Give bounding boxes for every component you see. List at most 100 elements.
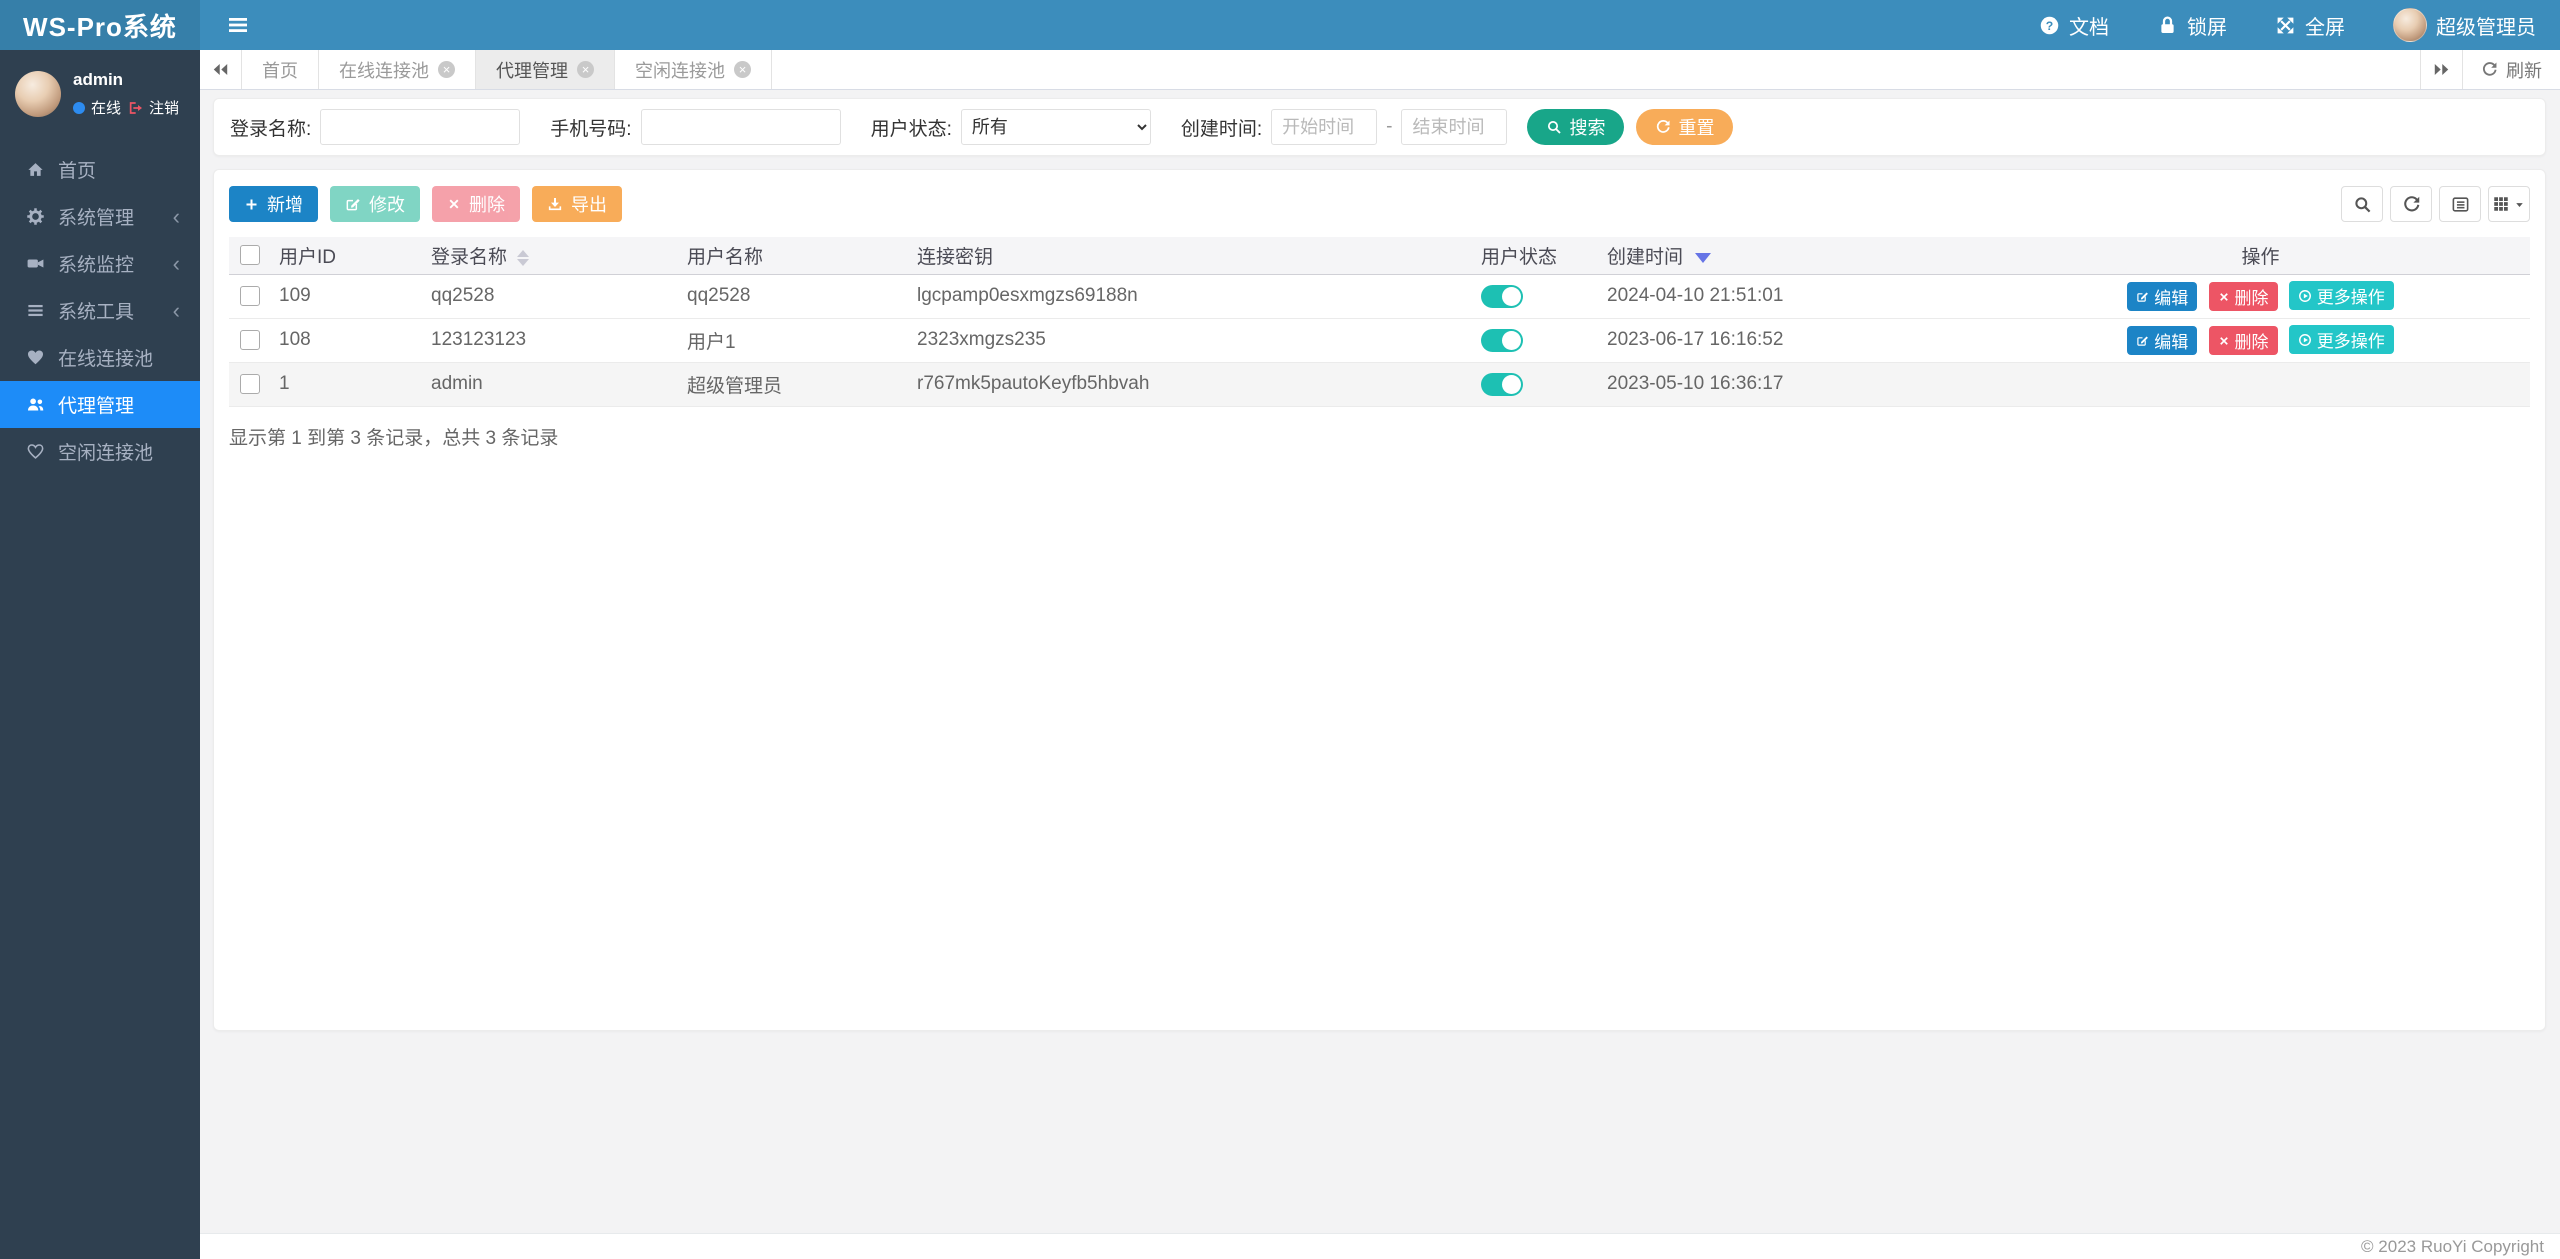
sidebar-username: admin [73,70,124,89]
refresh-table-button[interactable] [2390,186,2432,222]
app-logo[interactable]: WS-Pro系统 [0,0,200,50]
add-button[interactable]: 新增 [229,186,318,222]
heart-outline-icon [26,442,58,461]
cell-created-time: 2024-04-10 21:51:01 [1599,274,1991,319]
sidebar-item-label: 系统监控 [58,255,135,276]
list-icon [26,301,58,320]
double-left-icon [211,60,230,79]
column-header-created-time[interactable]: 创建时间 [1599,237,1991,275]
row-edit-button[interactable]: 编辑 [2127,325,2198,355]
navbar: 文档 锁屏 全屏 超级管理员 [200,0,2560,50]
row-delete-button[interactable]: 删除 [2208,326,2278,355]
column-header-user-status: 用户状态 [1473,237,1599,275]
plus-icon [244,197,259,212]
phone-number-input[interactable] [640,109,841,145]
sidebar-item-idle-pool[interactable]: 空闲连接池 [0,428,200,475]
tab-online-pool[interactable]: 在线连接池 × [319,50,476,89]
export-button-label: 导出 [571,195,607,215]
nav-fullscreen-button[interactable]: 全屏 [2251,0,2369,50]
sidebar-item-system-monitor[interactable]: 系统监控 ‹ [0,240,200,287]
tabs-scroll-left-button[interactable] [200,50,242,89]
login-name-input[interactable] [320,109,521,145]
sidebar-item-agent-management[interactable]: 代理管理 [0,381,200,428]
row-more-button[interactable]: 更多操作 [2288,281,2394,310]
sidebar-avatar[interactable] [15,71,61,117]
row-checkbox[interactable] [240,373,260,394]
cell-login-name: admin [423,362,679,407]
sort-desc-icon [1695,252,1712,263]
sidebar-item-system-tools[interactable]: 系统工具 ‹ [0,287,200,334]
users-table: 用户ID 登录名称 用户名称 连接密钥 用户状态 创建时间 操作 109 qq2… [229,237,2530,407]
user-status-toggle[interactable] [1481,328,1523,352]
cell-login-name: 123123123 [423,318,679,363]
play-circle-icon [2298,333,2312,347]
cell-user-id: 109 [271,274,423,319]
modify-button[interactable]: 修改 [330,186,420,222]
users-icon [26,395,58,414]
delete-button[interactable]: 删除 [432,186,520,222]
tab-close-icon[interactable]: × [438,61,455,78]
add-button-label: 新增 [267,195,303,215]
tab-refresh-button[interactable]: 刷新 [2462,50,2560,89]
table-row: 108 123123123 用户1 2323xmgzs235 2023-06-1… [229,318,2530,363]
column-header-login-name[interactable]: 登录名称 [423,237,679,275]
tab-close-icon[interactable]: × [734,61,751,78]
table-panel: 新增 修改 删除 导出 用户ID 登录名称 用户名称 连接密钥 用户状态 创建时… [213,169,2546,1031]
sidebar-item-label: 系统管理 [58,208,135,229]
user-status-toggle[interactable] [1481,372,1523,396]
delete-button-label: 删除 [469,195,505,215]
row-checkbox[interactable] [240,329,260,350]
row-checkbox[interactable] [240,285,260,306]
copyright-text: © 2023 RuoYi Copyright [2361,1236,2544,1256]
select-all-checkbox[interactable] [240,245,260,266]
user-avatar [2393,8,2427,42]
sort-icon [517,249,530,266]
date-range-separator: - [1386,116,1393,137]
sidebar-item-label: 在线连接池 [58,349,154,370]
reset-button[interactable]: 重置 [1636,109,1734,145]
list-alt-icon [2451,195,2470,214]
nav-user-menu[interactable]: 超级管理员 [2369,0,2560,50]
sidebar-item-system-management[interactable]: 系统管理 ‹ [0,193,200,240]
tab-close-icon[interactable]: × [577,61,594,78]
logout-link[interactable]: 注销 [149,97,179,118]
user-status-toggle[interactable] [1481,284,1523,308]
tab-idle-pool[interactable]: 空闲连接池 × [615,50,772,89]
x-icon [447,197,461,211]
sidebar-item-home[interactable]: 首页 [0,146,200,193]
start-time-input[interactable] [1271,109,1378,145]
x-icon [2218,335,2230,347]
lock-icon [2157,15,2178,36]
columns-dropdown-button[interactable] [2488,186,2530,222]
question-circle-icon [2039,15,2060,36]
tab-home[interactable]: 首页 [242,50,319,89]
export-button[interactable]: 导出 [532,186,622,222]
end-time-input[interactable] [1401,109,1508,145]
cell-user-id: 1 [271,362,423,407]
user-status-select[interactable]: 所有 [960,109,1151,145]
sidebar-item-label: 空闲连接池 [58,443,154,464]
toggle-view-button[interactable] [2439,186,2481,222]
tab-agent-management[interactable]: 代理管理 × [476,50,615,89]
page-footer: © 2023 RuoYi Copyright [200,1233,2560,1259]
row-edit-button[interactable]: 编辑 [2127,281,2198,311]
tabs-scroll-right-button[interactable] [2420,50,2462,89]
search-button-label: 搜索 [1569,118,1606,138]
sidebar-toggle-button[interactable] [200,0,276,50]
nav-docs-button[interactable]: 文档 [2015,0,2133,50]
row-more-button[interactable]: 更多操作 [2288,325,2394,354]
nav-lockscreen-button[interactable]: 锁屏 [2133,0,2251,50]
search-panel: 登录名称: 手机号码: 用户状态: 所有 创建时间: - 搜索 [213,98,2546,156]
nav-fullscreen-label: 全屏 [2305,16,2345,39]
row-delete-button[interactable]: 删除 [2208,282,2278,311]
pagination-summary: 显示第 1 到第 3 条记录，总共 3 条记录 [229,427,559,449]
top-navbar: WS-Pro系统 文档 锁屏 全屏 超级管理员 [0,0,2560,50]
search-button[interactable]: 搜索 [1527,109,1625,145]
show-search-button[interactable] [2341,186,2383,222]
sidebar-item-online-pool[interactable]: 在线连接池 [0,334,200,381]
sidebar-item-label: 系统工具 [58,302,135,323]
caret-down-icon [2513,198,2526,211]
online-status-dot [73,101,85,114]
refresh-icon [2481,61,2498,78]
tab-label: 空闲连接池 [635,60,725,81]
